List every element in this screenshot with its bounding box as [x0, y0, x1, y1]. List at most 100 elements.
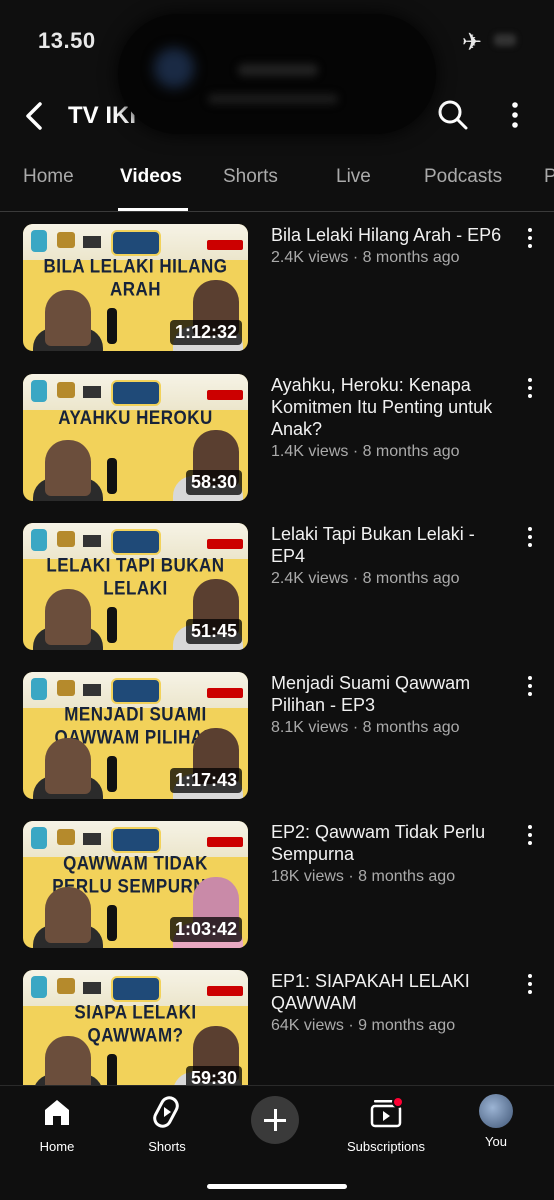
video-info[interactable]: Bila Lelaki Hilang Arah - EP6 2.4K views…: [271, 224, 511, 268]
subscriptions-icon: [370, 1096, 404, 1128]
nav-you-label: You: [485, 1134, 507, 1149]
video-item[interactable]: MENJADI SUAMI QAWWAM PILIHAN 1:17:43 Men…: [0, 672, 554, 802]
sponsor-logo-icon: [83, 535, 101, 547]
avatar: [479, 1094, 513, 1128]
video-info[interactable]: EP1: SIAPAKAH LELAKI QAWWAM 64K views · …: [271, 970, 511, 1036]
create-button[interactable]: [251, 1096, 299, 1144]
more-vert-icon[interactable]: [500, 98, 530, 132]
video-thumbnail[interactable]: MENJADI SUAMI QAWWAM PILIHAN 1:17:43: [23, 672, 248, 799]
signal-icon: [494, 34, 516, 46]
youtube-logo-icon: [207, 240, 243, 250]
crest-icon: [57, 978, 75, 994]
video-item[interactable]: AYAHKU HEROKU 58:30 Ayahku, Heroku: Kena…: [0, 374, 554, 504]
status-time: 13.50: [38, 28, 96, 53]
notification-blur-subtext: [208, 94, 338, 104]
sponsor-logo-icon: [83, 236, 101, 248]
video-thumbnail[interactable]: LELAKI TAPI BUKAN LELAKI 51:45: [23, 523, 248, 650]
tab-home[interactable]: Home: [23, 166, 74, 188]
video-meta: 2.4K views · 8 months ago: [271, 249, 460, 266]
video-options-icon[interactable]: [520, 228, 540, 250]
video-options-icon[interactable]: [520, 676, 540, 698]
video-options-icon[interactable]: [520, 974, 540, 996]
tab-podcasts[interactable]: Podcasts: [424, 166, 502, 188]
video-title[interactable]: Bila Lelaki Hilang Arah - EP6: [271, 224, 511, 246]
duration-badge: 58:30: [185, 470, 242, 495]
sponsor-logo-icon: [83, 982, 101, 994]
channel-logo-icon: [31, 976, 47, 998]
dynamic-island: [118, 14, 436, 134]
podcast-badge-icon: [111, 976, 161, 1002]
active-tab-indicator: [118, 208, 188, 211]
video-title[interactable]: Lelaki Tapi Bukan Lelaki - EP4: [271, 523, 511, 567]
video-meta: 64K views · 9 months ago: [271, 1017, 456, 1034]
crest-icon: [57, 382, 75, 398]
video-thumbnail[interactable]: QAWWAM TIDAK PERLU SEMPURNA 1:03:42: [23, 821, 248, 948]
tab-live[interactable]: Live: [336, 166, 371, 188]
video-thumbnail[interactable]: SIAPA LELAKI QAWWAM? 59:30: [23, 970, 248, 1097]
nav-home-label: Home: [39, 1139, 75, 1154]
video-item[interactable]: SIAPA LELAKI QAWWAM? 59:30 EP1: SIAPAKAH…: [0, 970, 554, 1100]
sponsor-logo-icon: [83, 386, 101, 398]
video-info[interactable]: Ayahku, Heroku: Kenapa Komitmen Itu Pent…: [271, 374, 511, 462]
video-title[interactable]: Menjadi Suami Qawwam Pilihan - EP3: [271, 672, 511, 716]
youtube-logo-icon: [207, 688, 243, 698]
video-options-icon[interactable]: [520, 527, 540, 549]
youtube-logo-icon: [207, 539, 243, 549]
bottom-nav: Home Shorts Subscriptions You: [0, 1085, 554, 1200]
youtube-logo-icon: [207, 986, 243, 996]
tab-videos[interactable]: Videos: [120, 166, 182, 188]
video-thumbnail[interactable]: AYAHKU HEROKU 58:30: [23, 374, 248, 501]
nav-shorts[interactable]: Shorts: [112, 1094, 222, 1154]
channel-logo-icon: [31, 230, 47, 252]
host-head: [45, 440, 91, 496]
duration-badge: 1:03:42: [169, 917, 242, 942]
video-title[interactable]: EP2: Qawwam Tidak Perlu Sempurna: [271, 821, 511, 865]
video-thumbnail[interactable]: BILA LELAKI HILANG ARAH 1:12:32: [23, 224, 248, 351]
nav-subscriptions[interactable]: Subscriptions: [331, 1094, 441, 1154]
crest-icon: [57, 829, 75, 845]
crest-icon: [57, 680, 75, 696]
video-title[interactable]: EP1: SIAPAKAH LELAKI QAWWAM: [271, 970, 511, 1014]
tab-shorts[interactable]: Shorts: [223, 166, 278, 188]
microphone-icon: [107, 458, 117, 494]
podcast-badge-icon: [111, 230, 161, 256]
nav-you[interactable]: You: [441, 1094, 551, 1149]
home-icon: [45, 1100, 69, 1125]
search-icon[interactable]: [436, 98, 470, 132]
video-meta: 18K views · 8 months ago: [271, 868, 456, 885]
host-head: [45, 589, 91, 645]
thumbnail-headline: AYAHKU HEROKU: [58, 406, 213, 429]
video-item[interactable]: BILA LELAKI HILANG ARAH 1:12:32 Bila Lel…: [0, 224, 554, 354]
podcast-badge-icon: [111, 827, 161, 853]
shorts-icon: [153, 1096, 179, 1128]
video-options-icon[interactable]: [520, 378, 540, 400]
host-head: [45, 1036, 91, 1092]
video-info[interactable]: Lelaki Tapi Bukan Lelaki - EP4 2.4K view…: [271, 523, 511, 589]
tab-overflow[interactable]: P: [544, 166, 554, 188]
duration-badge: 51:45: [185, 619, 242, 644]
podcast-badge-icon: [111, 380, 161, 406]
host-head: [45, 290, 91, 346]
microphone-icon: [107, 756, 117, 792]
nav-home[interactable]: Home: [2, 1094, 112, 1154]
video-title[interactable]: Ayahku, Heroku: Kenapa Komitmen Itu Pent…: [271, 374, 511, 440]
status-bar: 13.50 ✈: [0, 0, 554, 134]
video-item[interactable]: LELAKI TAPI BUKAN LELAKI 51:45 Lelaki Ta…: [0, 523, 554, 653]
video-info[interactable]: EP2: Qawwam Tidak Perlu Sempurna 18K vie…: [271, 821, 511, 887]
podcast-badge-icon: [111, 678, 161, 704]
video-meta: 2.4K views · 8 months ago: [271, 570, 460, 587]
video-info[interactable]: Menjadi Suami Qawwam Pilihan - EP3 8.1K …: [271, 672, 511, 738]
channel-title: TV IKI: [68, 102, 137, 129]
video-options-icon[interactable]: [520, 825, 540, 847]
youtube-logo-icon: [207, 390, 243, 400]
channel-logo-icon: [31, 529, 47, 551]
channel-tabs: Home Videos Shorts Live Podcasts P: [0, 158, 554, 212]
video-meta: 1.4K views · 8 months ago: [271, 443, 460, 460]
video-item[interactable]: QAWWAM TIDAK PERLU SEMPURNA 1:03:42 EP2:…: [0, 821, 554, 951]
sponsor-logo-icon: [83, 833, 101, 845]
home-indicator: [207, 1184, 347, 1189]
nav-shorts-label: Shorts: [148, 1139, 186, 1154]
back-arrow-icon[interactable]: [20, 98, 50, 134]
microphone-icon: [107, 308, 117, 344]
host-head: [45, 887, 91, 943]
